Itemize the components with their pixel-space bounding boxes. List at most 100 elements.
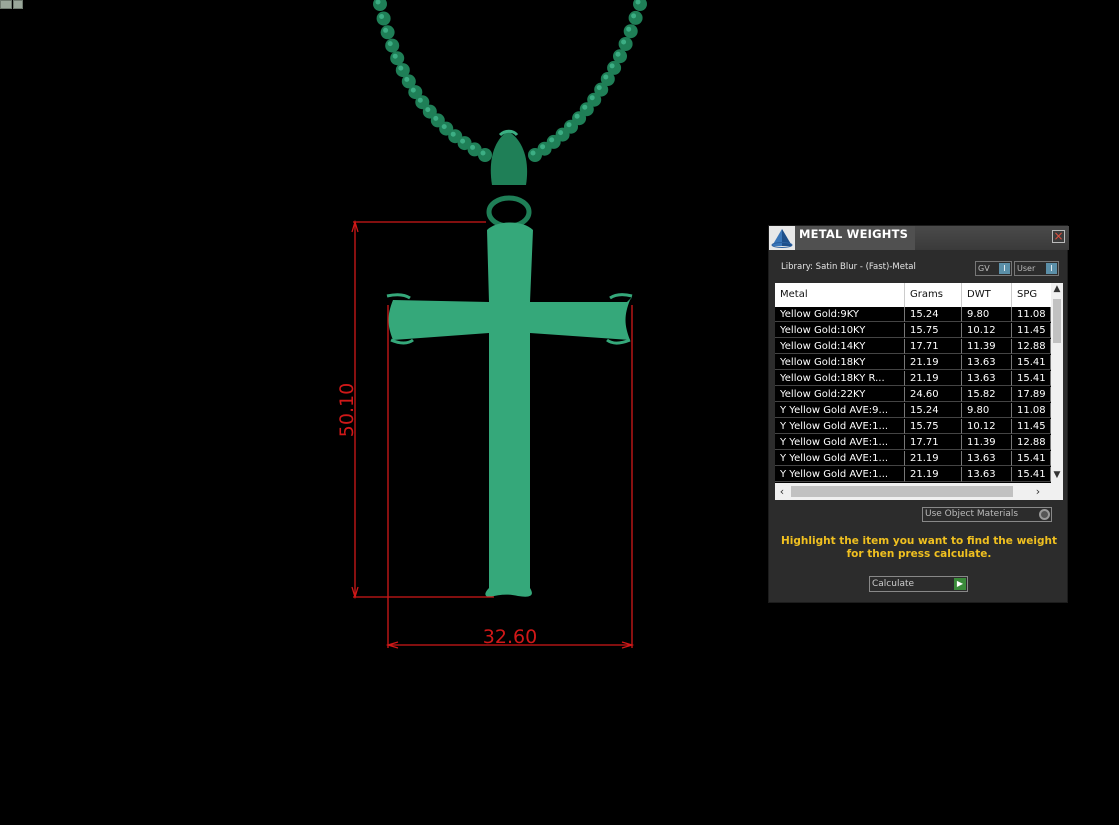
chain-bead-highlight: [470, 144, 476, 150]
use-object-materials-label: Use Object Materials: [925, 509, 1019, 519]
table-row[interactable]: Yellow Gold:14KY 17.71 11.39 12.88: [775, 339, 1051, 355]
cell-dwt: 10.12: [962, 419, 1012, 434]
chain-bead: [628, 10, 643, 25]
chain-bead: [618, 37, 633, 51]
cell-spg: 17.89: [1012, 387, 1051, 402]
cell-metal: Yellow Gold:10KY: [775, 323, 905, 338]
column-header-spg[interactable]: SPG: [1012, 283, 1051, 307]
pendant-bail: [486, 129, 532, 229]
metal-weights-panel: METAL WEIGHTS × Library: Satin Blur - (F…: [768, 225, 1069, 603]
cell-grams: 21.19: [905, 371, 962, 386]
cell-metal: Y Yellow Gold AVE:1...: [775, 435, 905, 450]
chain-bead-highlight: [410, 87, 416, 93]
chain-bead-highlight: [603, 74, 609, 80]
close-icon[interactable]: ×: [1052, 230, 1065, 243]
column-header-grams[interactable]: Grams: [905, 283, 962, 307]
chain-bead-highlight: [379, 14, 385, 19]
cell-grams: 21.19: [905, 355, 962, 370]
chain-bead-highlight: [609, 63, 615, 69]
table-row[interactable]: Yellow Gold:22KY 24.60 15.82 17.89: [775, 387, 1051, 403]
scroll-down-icon[interactable]: ▼: [1051, 469, 1063, 481]
radio-icon: [1039, 509, 1050, 520]
chain-bead-highlight: [480, 150, 486, 156]
table-row[interactable]: Y Yellow Gold AVE:1... 15.75 10.12 11.45: [775, 419, 1051, 435]
panel-title: METAL WEIGHTS: [799, 227, 909, 241]
chain-bead-highlight: [596, 85, 602, 91]
table-row[interactable]: Yellow Gold:10KY 15.75 10.12 11.45: [775, 323, 1051, 339]
table-row[interactable]: Y Yellow Gold AVE:1... 17.71 11.39 12.88: [775, 435, 1051, 451]
cell-dwt: 13.63: [962, 355, 1012, 370]
horizontal-scroll-thumb[interactable]: [791, 486, 1013, 497]
chain-bead-highlight: [460, 138, 466, 144]
table-row[interactable]: Yellow Gold:9KY 15.24 9.80 11.08: [775, 307, 1051, 323]
column-header-dwt[interactable]: DWT: [962, 283, 1012, 307]
cell-spg: 15.41: [1012, 371, 1051, 386]
cell-dwt: 9.80: [962, 403, 1012, 418]
chain-bead-highlight: [615, 51, 621, 57]
scroll-right-icon[interactable]: ›: [1031, 483, 1045, 500]
cell-grams: 24.60: [905, 387, 962, 402]
table-row[interactable]: Y Yellow Gold AVE:9... 15.24 9.80 11.08: [775, 403, 1051, 419]
app-logo-icon: [769, 226, 795, 250]
cell-metal: Yellow Gold:22KY: [775, 387, 905, 402]
gv-toggle-label: GV: [978, 264, 990, 273]
cell-grams: 15.24: [905, 307, 962, 322]
calculate-button[interactable]: Calculate ▶: [869, 576, 968, 592]
chain-bead: [385, 38, 400, 53]
table-row[interactable]: Yellow Gold:18KY 21.19 13.63 15.41: [775, 355, 1051, 371]
cell-metal: Y Yellow Gold AVE:1...: [775, 419, 905, 434]
table-header: Metal Grams DWT SPG: [775, 283, 1051, 307]
cell-spg: 15.41: [1012, 467, 1051, 482]
chain-bead-highlight: [417, 97, 423, 103]
chain-bead: [528, 148, 542, 162]
table-row[interactable]: Yellow Gold:18KY R... 21.19 13.63 15.41: [775, 371, 1051, 387]
chain-bead-highlight: [530, 150, 536, 156]
panel-titlebar[interactable]: METAL WEIGHTS ×: [769, 226, 1069, 250]
toggle-knob-icon: I: [999, 263, 1010, 274]
chain-bead-highlight: [450, 131, 456, 137]
cell-grams: 15.75: [905, 419, 962, 434]
chain-bead-highlight: [589, 95, 595, 101]
table-body: Yellow Gold:9KY 15.24 9.80 11.08 Yellow Gold…: [775, 307, 1051, 483]
metal-table[interactable]: Metal Grams DWT SPG Yellow Gold:9KY 15.24…: [775, 283, 1063, 500]
cell-grams: 15.24: [905, 403, 962, 418]
cross-body: [388, 222, 632, 597]
instruction-text: Highlight the item you want to find the …: [781, 535, 1057, 560]
chain-bead: [390, 51, 405, 66]
library-label: Library: Satin Blur - (Fast)-Metal: [781, 262, 916, 272]
bail-loop: [490, 131, 528, 185]
cell-grams: 17.71: [905, 339, 962, 354]
user-toggle[interactable]: User I: [1014, 261, 1059, 276]
chain-bead: [376, 11, 391, 26]
chain-bead: [478, 148, 492, 162]
cell-grams: 21.19: [905, 467, 962, 482]
table-row[interactable]: Y Yellow Gold AVE:1... 21.19 13.63 15.41: [775, 451, 1051, 467]
table-row[interactable]: Y Yellow Gold AVE:1... 21.19 13.63 15.41: [775, 467, 1051, 483]
cell-dwt: 13.63: [962, 467, 1012, 482]
chain-bead-highlight: [387, 41, 393, 47]
cell-dwt: 11.39: [962, 339, 1012, 354]
cell-metal: Yellow Gold:18KY R...: [775, 371, 905, 386]
cell-grams: 15.75: [905, 323, 962, 338]
use-object-materials-toggle[interactable]: Use Object Materials: [922, 507, 1052, 522]
chain-bead-highlight: [582, 104, 588, 110]
column-header-metal[interactable]: Metal: [775, 283, 905, 307]
calculate-label: Calculate: [872, 579, 915, 589]
scroll-up-icon[interactable]: ▲: [1051, 283, 1063, 295]
cell-metal: Yellow Gold:9KY: [775, 307, 905, 322]
cell-metal: Y Yellow Gold AVE:1...: [775, 451, 905, 466]
chain-bead-highlight: [549, 137, 555, 143]
horizontal-scrollbar[interactable]: ‹ ›: [775, 483, 1063, 500]
cell-dwt: 10.12: [962, 323, 1012, 338]
chain-bead-highlight: [441, 124, 447, 130]
chain-bead-highlight: [398, 65, 404, 71]
chain-bead-highlight: [574, 113, 580, 119]
width-label: 32.60: [483, 626, 537, 648]
cell-spg: 11.08: [1012, 307, 1051, 322]
gv-toggle[interactable]: GV I: [975, 261, 1012, 276]
cell-dwt: 15.82: [962, 387, 1012, 402]
vertical-scroll-thumb[interactable]: [1053, 299, 1061, 343]
scroll-left-icon[interactable]: ‹: [775, 483, 789, 500]
vertical-scrollbar[interactable]: ▲ ▼: [1051, 283, 1063, 483]
chain-bead: [623, 24, 638, 39]
